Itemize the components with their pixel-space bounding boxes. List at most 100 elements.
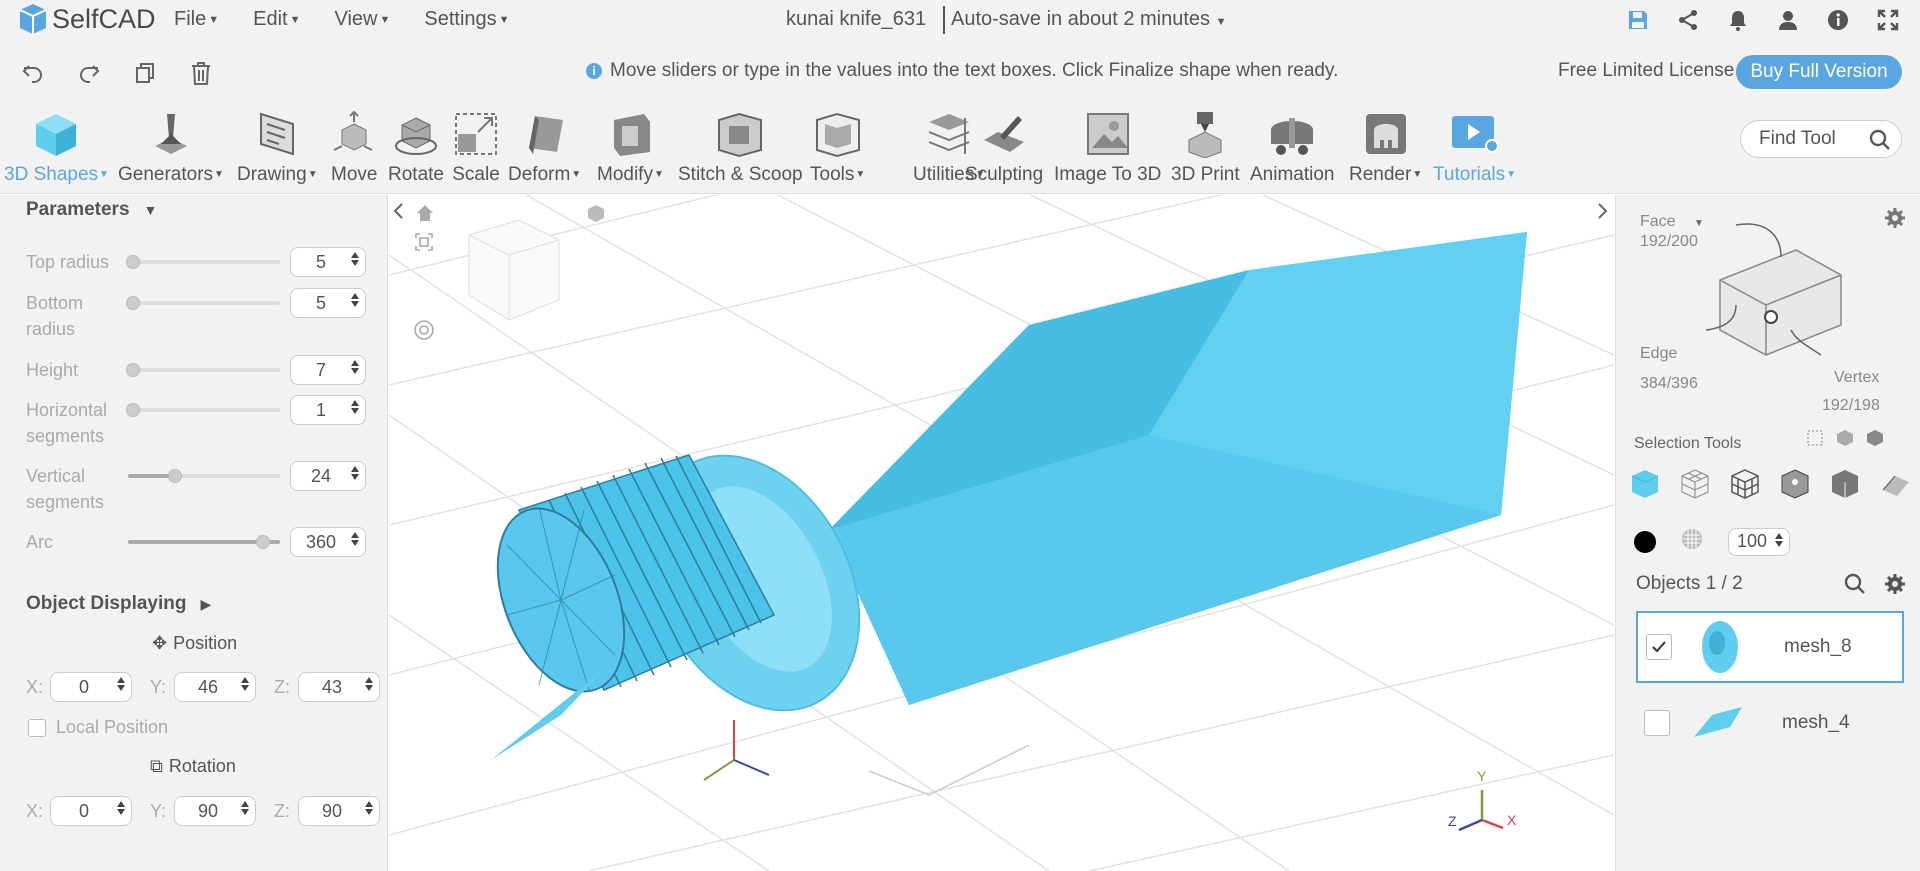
kunai-blade-mesh[interactable] — [829, 232, 1527, 705]
opacity-input[interactable]: 100 — [1728, 527, 1790, 556]
collapse-left-panel-button[interactable] — [389, 197, 411, 225]
tool-scale[interactable]: Scale — [452, 106, 500, 194]
arc-slider[interactable] — [128, 535, 280, 549]
3d-viewport[interactable]: Y Z X — [389, 195, 1614, 871]
tool-drawing[interactable]: Drawing▼ — [237, 106, 318, 194]
user-icon[interactable] — [1774, 6, 1802, 34]
menu-settings[interactable]: Settings ▼ — [424, 8, 509, 31]
vertical-segments-input[interactable]: 24 — [290, 461, 366, 491]
local-position-toggle[interactable]: Local Position — [28, 717, 168, 738]
object-item-mesh-4[interactable]: mesh_4 — [1636, 687, 1904, 759]
axis-z-label: Z: — [274, 677, 290, 697]
menu-file[interactable]: File ▼ — [174, 8, 219, 31]
bottom-radius-slider[interactable] — [126, 296, 280, 310]
camera-icon[interactable] — [585, 203, 607, 230]
scale-icon — [452, 106, 500, 162]
menu-file-label: File — [174, 8, 207, 30]
tool-tools[interactable]: Tools▼ — [810, 106, 865, 194]
color-swatch[interactable] — [1634, 530, 1656, 553]
position-y-input[interactable]: 46 — [174, 672, 256, 702]
redo-icon[interactable] — [74, 58, 104, 88]
select-plane-icon[interactable] — [1878, 467, 1912, 501]
object-checkbox[interactable] — [1644, 710, 1670, 736]
trash-icon[interactable] — [186, 58, 216, 88]
autosave-status[interactable]: Auto-save in about 2 minutes ▼ — [951, 8, 1227, 31]
param-label: Vertical segments — [26, 466, 105, 512]
file-title[interactable]: kunai knife_631 — [786, 8, 926, 31]
copy-icon[interactable] — [130, 58, 160, 88]
selection-tools-row — [1628, 467, 1912, 501]
parameters-header[interactable]: Parameters ▼ — [26, 199, 157, 221]
select-object-icon[interactable] — [1628, 467, 1662, 501]
object-item-mesh-8[interactable]: mesh_8 — [1636, 611, 1904, 683]
horizontal-segments-slider[interactable] — [126, 403, 280, 417]
select-box-icon[interactable] — [1806, 429, 1824, 452]
face-mode-dropdown[interactable]: Face ▼ — [1640, 213, 1704, 231]
share-icon[interactable] — [1674, 6, 1702, 34]
home-icon[interactable] — [415, 203, 435, 228]
search-objects-icon[interactable] — [1844, 573, 1866, 600]
search-icon[interactable] — [1869, 129, 1891, 156]
select-solid-icon[interactable] — [1828, 467, 1862, 501]
top-radius-input[interactable]: 5 — [290, 247, 366, 277]
menu-edit[interactable]: Edit ▼ — [253, 8, 300, 31]
tool-3d-print[interactable]: 3D Print — [1171, 106, 1240, 194]
tool-generators[interactable]: Generators▼ — [118, 106, 224, 194]
top-radius-slider[interactable] — [126, 255, 280, 269]
rotation-y-input[interactable]: 90 — [174, 796, 256, 826]
tool-render[interactable]: Render▼ — [1349, 106, 1422, 194]
tool-animation[interactable]: Animation — [1250, 106, 1335, 194]
rotation-x-input[interactable]: 0 — [50, 796, 132, 826]
menu-view[interactable]: View ▼ — [334, 8, 390, 31]
info-icon[interactable] — [1824, 6, 1852, 34]
bell-icon[interactable] — [1724, 6, 1752, 34]
3d-print-icon — [1183, 106, 1227, 162]
tool-rotate-label: Rotate — [388, 164, 444, 185]
selection-mode-cube[interactable] — [1706, 205, 1886, 365]
tool-modify[interactable]: Modify▼ — [597, 106, 664, 194]
position-x-input[interactable]: 0 — [50, 672, 132, 702]
find-tool-search[interactable] — [1740, 120, 1902, 158]
select-mesh-icon[interactable] — [1836, 429, 1854, 452]
local-position-checkbox[interactable] — [28, 718, 46, 737]
tool-sculpting[interactable]: Sculpting — [965, 106, 1043, 194]
buy-full-version-button[interactable]: Buy Full Version — [1736, 55, 1902, 89]
fullscreen-icon[interactable] — [1874, 6, 1902, 34]
scene-canvas[interactable]: Y Z X — [389, 195, 1614, 871]
tool-image-to-3d[interactable]: Image To 3D — [1054, 106, 1161, 194]
height-slider[interactable] — [126, 363, 280, 377]
chevron-down-icon: ▼ — [379, 13, 391, 26]
select-faces-icon[interactable] — [1678, 467, 1712, 501]
texture-icon[interactable] — [1680, 527, 1704, 556]
select-edges-icon[interactable] — [1728, 467, 1762, 501]
fit-view-icon[interactable] — [415, 233, 433, 256]
collapse-right-panel-button[interactable] — [1590, 197, 1614, 225]
rotation-z-input[interactable]: 90 — [298, 796, 380, 826]
tool-deform[interactable]: Deform▼ — [508, 106, 581, 194]
view-cube[interactable] — [468, 219, 560, 321]
tool-move[interactable]: Move — [331, 106, 377, 194]
position-z-input[interactable]: 43 — [298, 672, 380, 702]
objects-settings-icon[interactable] — [1884, 573, 1906, 600]
object-displaying-header[interactable]: Object Displaying ▶ — [26, 593, 211, 615]
app-logo[interactable]: SelfCAD — [18, 2, 156, 36]
horizontal-segments-input[interactable]: 1 — [290, 395, 366, 425]
tool-3d-shapes[interactable]: 3D Shapes▼ — [4, 106, 109, 194]
find-tool-input[interactable] — [1759, 128, 1864, 150]
undo-icon[interactable] — [18, 58, 48, 88]
save-icon[interactable] — [1624, 6, 1652, 34]
tool-stitch-scoop[interactable]: Stitch & Scoop — [678, 106, 803, 194]
face-label: Face — [1640, 213, 1676, 230]
select-vertices-icon[interactable] — [1778, 467, 1812, 501]
arc-input[interactable]: 360 — [290, 527, 366, 557]
gear-icon[interactable] — [1884, 207, 1906, 234]
tool-tutorials[interactable]: Tutorials▼ — [1433, 106, 1516, 194]
vertical-segments-slider[interactable] — [128, 469, 280, 483]
bottom-radius-input[interactable]: 5 — [290, 288, 366, 318]
mesh-4-thumbnail — [1690, 695, 1746, 751]
target-icon[interactable] — [413, 319, 435, 346]
tool-rotate[interactable]: Rotate — [388, 106, 444, 194]
select-cube-icon[interactable] — [1866, 429, 1884, 452]
object-checkbox[interactable] — [1646, 634, 1672, 660]
height-input[interactable]: 7 — [290, 355, 366, 385]
